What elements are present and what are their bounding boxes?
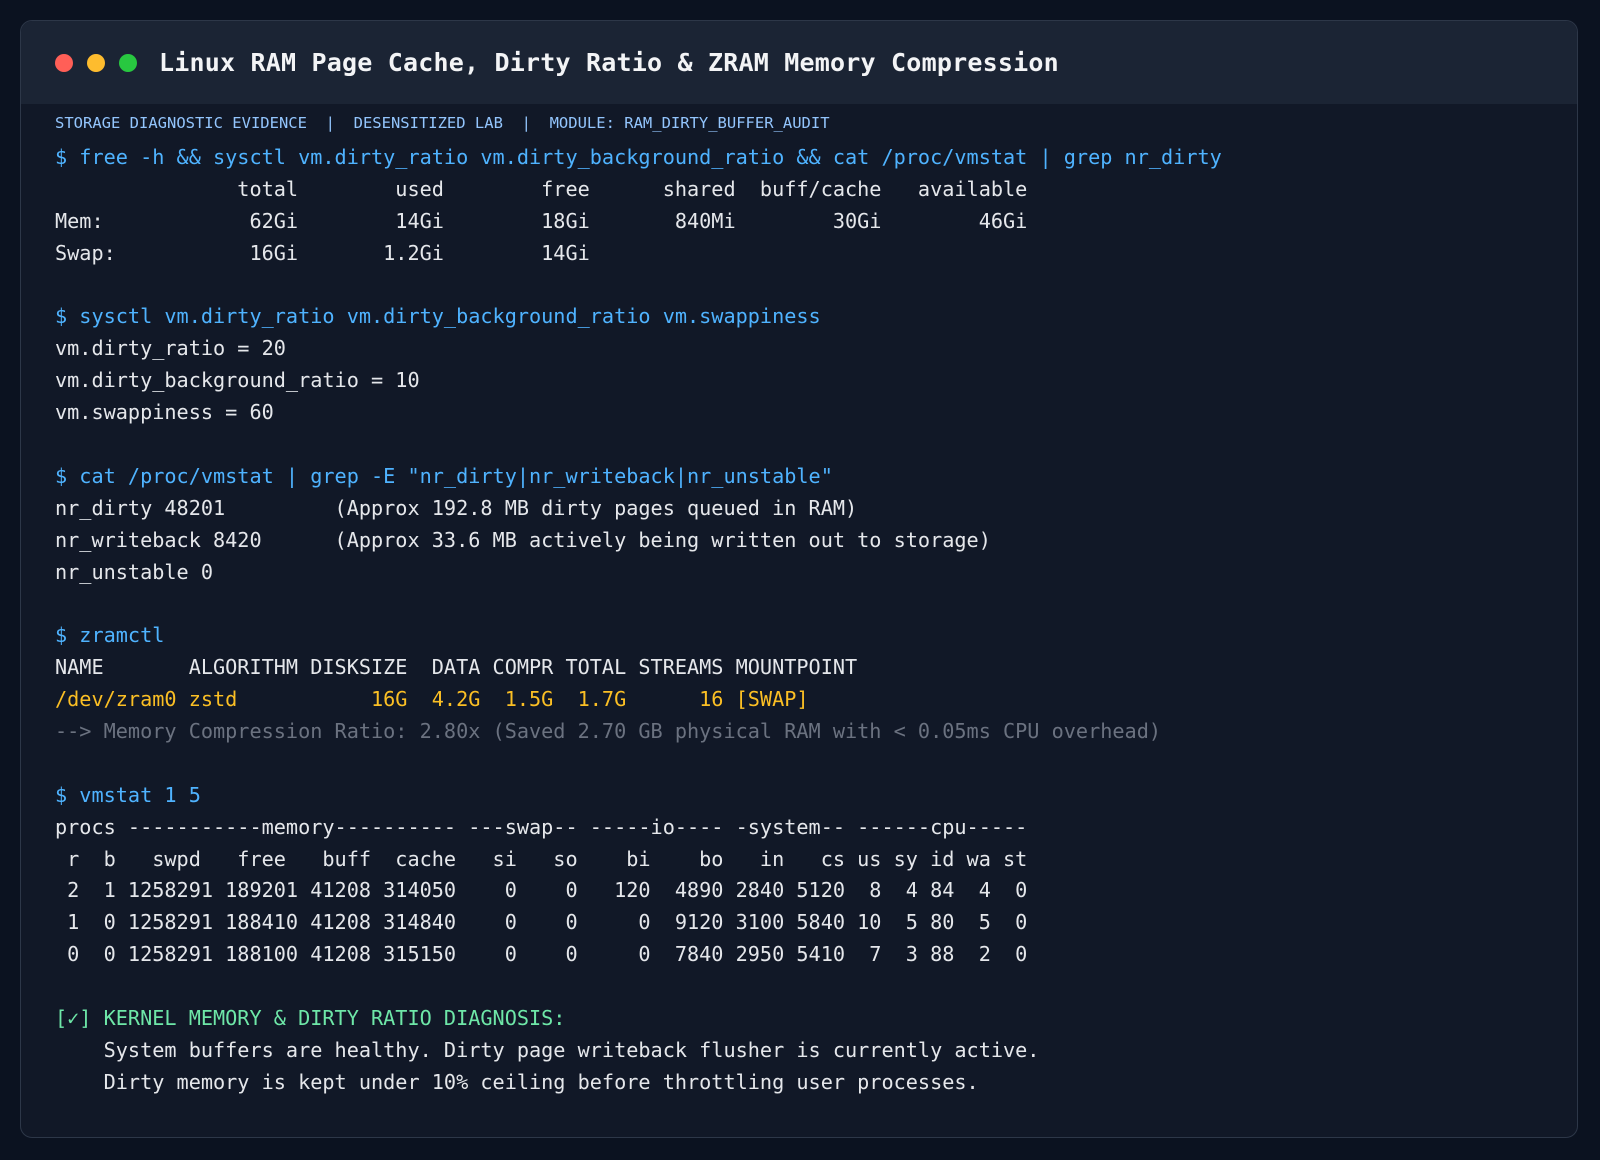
terminal-output[interactable]: $ free -h && sysctl vm.dirty_ratio vm.di…: [55, 142, 1577, 1099]
output-line: 0 0 1258291 188100 41208 315150 0 0 0 78…: [55, 942, 1028, 967]
output-line: /dev/zram0 zstd 16G 4.2G 1.5G 1.7G 16 [S…: [55, 687, 809, 712]
title-bar: Linux RAM Page Cache, Dirty Ratio & ZRAM…: [21, 21, 1577, 104]
output-line: r b swpd free buff cache si so bi bo in …: [55, 846, 1028, 871]
terminal-content[interactable]: STORAGE DIAGNOSTIC EVIDENCE | DESENSITIZ…: [21, 104, 1577, 1099]
output-line: nr_writeback 8420 (Approx 33.6 MB active…: [55, 527, 991, 552]
output-line: Swap: 16Gi 1.2Gi 14Gi: [55, 240, 590, 265]
close-window-button[interactable]: [55, 53, 73, 72]
window-title: Linux RAM Page Cache, Dirty Ratio & ZRAM…: [159, 48, 1059, 77]
evidence-meta-line: STORAGE DIAGNOSTIC EVIDENCE | DESENSITIZ…: [55, 114, 830, 132]
output-line: vm.dirty_ratio = 20: [55, 336, 286, 361]
output-line: 2 1 1258291 189201 41208 314050 0 0 120 …: [55, 878, 1028, 903]
output-line: --> Memory Compression Ratio: 2.80x (Sav…: [55, 719, 1162, 744]
terminal-window: Linux RAM Page Cache, Dirty Ratio & ZRAM…: [20, 20, 1578, 1138]
output-line: Dirty memory is kept under 10% ceiling b…: [55, 1069, 979, 1094]
output-line: Mem: 62Gi 14Gi 18Gi 840Mi 30Gi 46Gi: [55, 208, 1028, 233]
command-line: $ vmstat 1 5: [55, 782, 201, 807]
output-line: [✓] KERNEL MEMORY & DIRTY RATIO DIAGNOSI…: [55, 1006, 566, 1031]
command-line: $ sysctl vm.dirty_ratio vm.dirty_backgro…: [55, 304, 821, 329]
minimize-window-button[interactable]: [87, 53, 105, 72]
output-line: vm.dirty_background_ratio = 10: [55, 368, 420, 393]
output-line: nr_dirty 48201 (Approx 192.8 MB dirty pa…: [55, 495, 858, 520]
output-line: procs -----------memory---------- ---swa…: [55, 814, 1028, 839]
command-line: $ cat /proc/vmstat | grep -E "nr_dirty|n…: [55, 463, 833, 488]
maximize-window-button[interactable]: [119, 53, 137, 72]
output-line: 1 0 1258291 188410 41208 314840 0 0 0 91…: [55, 910, 1028, 935]
output-line: total used free shared buff/cache availa…: [55, 176, 1028, 201]
output-line: vm.swappiness = 60: [55, 400, 274, 425]
output-line: System buffers are healthy. Dirty page w…: [55, 1037, 1040, 1062]
output-line: NAME ALGORITHM DISKSIZE DATA COMPR TOTAL…: [55, 655, 858, 680]
command-line: $ zramctl: [55, 623, 165, 648]
output-line: nr_unstable 0: [55, 559, 214, 584]
command-line: $ free -h && sysctl vm.dirty_ratio vm.di…: [55, 145, 1222, 169]
